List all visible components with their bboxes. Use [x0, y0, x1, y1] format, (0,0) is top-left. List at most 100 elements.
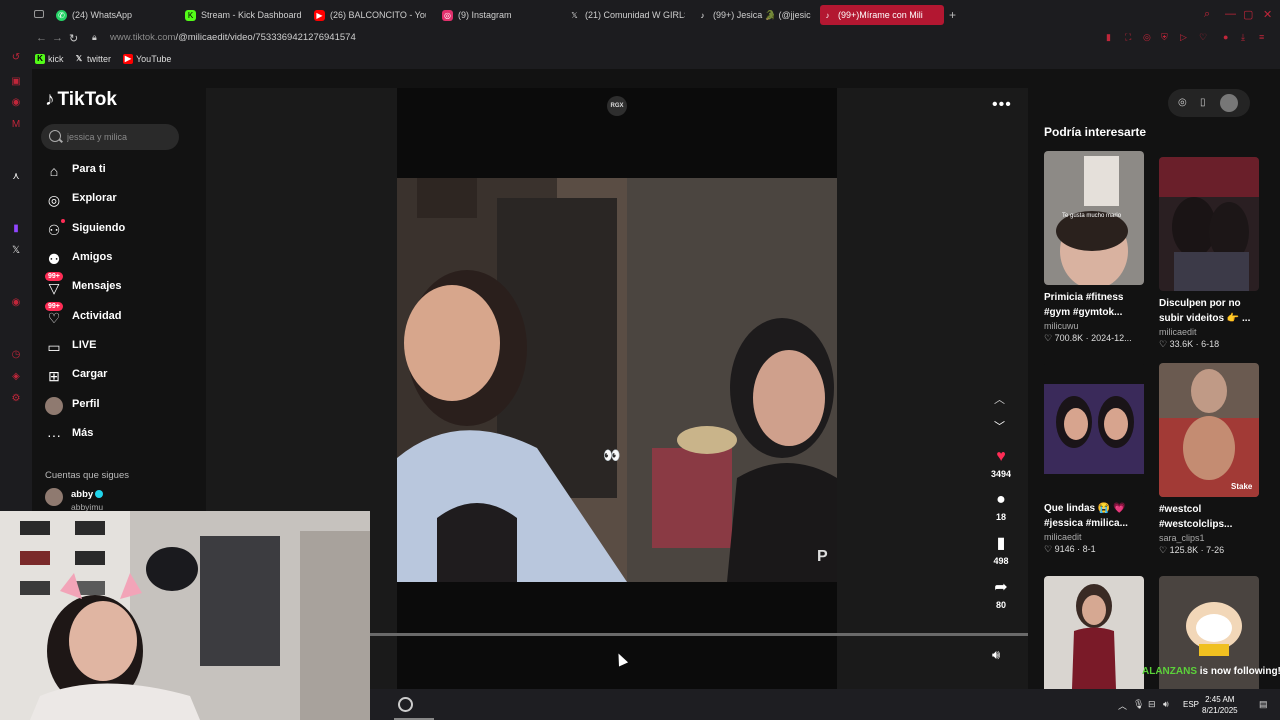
close-icon[interactable]: ✕: [1263, 8, 1272, 21]
tab-list-icon[interactable]: [34, 10, 44, 18]
play-icon[interactable]: ▷: [1180, 32, 1190, 42]
menu-icon[interactable]: ≡: [1259, 32, 1269, 42]
svg-text:👀: 👀: [603, 447, 620, 463]
nav-explorar[interactable]: ◎ Explorar: [45, 188, 195, 212]
previous-video-icon[interactable]: ︿: [994, 391, 1005, 407]
download-icon[interactable]: ⤓: [1241, 32, 1251, 42]
avatar[interactable]: [1220, 94, 1238, 112]
forward-icon[interactable]: →: [52, 32, 63, 44]
network-icon[interactable]: ⊟: [1148, 699, 1156, 710]
bookmark-kick[interactable]: K kick: [35, 54, 64, 64]
nav-amigos[interactable]: ⚉ Amigos: [45, 247, 195, 271]
vpn-icon[interactable]: ◎: [1143, 32, 1153, 42]
notifications-icon[interactable]: ▤: [1259, 699, 1268, 710]
bookmark-icon[interactable]: ▮: [1106, 32, 1116, 42]
share-button[interactable]: ➦ 80: [984, 578, 1018, 610]
user-name-text: abby: [71, 489, 94, 500]
tab-jesica-tiktok[interactable]: ♪ (99+) Jesica 🐊 (@jjesic: [695, 6, 813, 24]
back-icon[interactable]: ←: [36, 32, 47, 44]
tab-active-tiktok[interactable]: ♪ (99+)Mírame con Mili: [820, 5, 944, 25]
video-thumbnail: [1044, 362, 1144, 496]
card-stats: ♡ 9146 · 8-1: [1044, 544, 1096, 554]
channel-badge[interactable]: RGX: [607, 96, 627, 116]
volume-icon[interactable]: 🔊︎: [992, 647, 1000, 663]
nav-cargar[interactable]: ⊞ Cargar: [45, 364, 195, 388]
nav-mensajes[interactable]: ▽ 99+ Mensajes: [45, 272, 195, 300]
thumbnail-image: [1044, 362, 1144, 496]
shield-icon[interactable]: ⛨: [1161, 32, 1171, 42]
device-icon[interactable]: ▯: [1200, 97, 1206, 108]
nav-perfil[interactable]: Perfil: [45, 394, 195, 418]
tab-whatsapp[interactable]: ✆ (24) WhatsApp: [54, 6, 174, 24]
follow-alert: ALANZANS is now following!: [1142, 666, 1280, 677]
like-button[interactable]: ♥ 3494: [984, 447, 1018, 479]
minimize-icon[interactable]: —: [1225, 8, 1236, 20]
bookmark-youtube[interactable]: ▶ YouTube: [123, 54, 171, 64]
tab-youtube[interactable]: ▶ (26) BALCONCITO - YouT: [312, 6, 426, 24]
tab-comunidad[interactable]: 𝕏 (21) Comunidad W GIRLS: [567, 6, 685, 24]
settings-icon[interactable]: ⚙: [10, 393, 22, 405]
history-icon[interactable]: ↺: [10, 52, 22, 64]
cube-icon[interactable]: ◈: [10, 371, 22, 383]
webcam-image: [0, 511, 370, 720]
nav-live[interactable]: ▭ LIVE: [45, 335, 195, 359]
url-field[interactable]: www.tiktok.com/@milicaedit/video/7533369…: [110, 32, 356, 43]
recommended-video-card[interactable]: Stake #westcol #westcolclips... sara_cli…: [1159, 363, 1259, 556]
recommended-video-card[interactable]: Te gusta mucho mario Primicia #fitness #…: [1044, 151, 1144, 344]
messenger-icon[interactable]: ◉: [10, 97, 22, 109]
mail-icon[interactable]: M: [10, 119, 22, 131]
search-box[interactable]: [41, 124, 179, 150]
tab-kick-dashboard[interactable]: K Stream - Kick Dashboard: [183, 6, 303, 24]
home-icon: ⌂: [49, 163, 59, 179]
search-tabs-icon[interactable]: ⌕: [1204, 8, 1210, 21]
card-user: sara_clips1: [1159, 533, 1205, 543]
tray-expand-icon[interactable]: ︿: [1118, 699, 1127, 712]
tab-instagram[interactable]: ◎ (9) Instagram: [440, 6, 560, 24]
recommended-video-card[interactable]: Que lindas 😭 💗 #jessica #milica... milic…: [1044, 362, 1144, 555]
video-player[interactable]: P 👀: [397, 178, 837, 582]
maximize-icon[interactable]: ▢: [1243, 8, 1253, 21]
friends-icon: ⚉: [47, 251, 61, 267]
comment-button[interactable]: ● 18: [984, 490, 1018, 522]
heart-icon: ♥: [996, 448, 1006, 465]
bookmark-twitter[interactable]: 𝕏 twitter: [74, 54, 111, 64]
nav-mas[interactable]: ··· Más: [45, 423, 195, 447]
recommended-video-card[interactable]: Disculpen por no subir videitos 👉 ... mi…: [1159, 157, 1259, 350]
bag-icon[interactable]: ▣: [10, 76, 22, 88]
card-user: milicaedit: [1159, 327, 1197, 337]
search-input[interactable]: [67, 129, 175, 145]
recommended-video-card[interactable]: [1044, 576, 1144, 689]
clock-icon[interactable]: ◷: [10, 349, 22, 361]
heart-icon[interactable]: ♡: [1199, 32, 1209, 42]
nav-actividad[interactable]: ♡ 99+ Actividad: [45, 302, 195, 330]
more-options-icon[interactable]: •••: [992, 96, 1012, 114]
obs-icon[interactable]: [398, 697, 413, 712]
reload-icon[interactable]: ↻: [69, 32, 78, 45]
profile-icon[interactable]: ●: [1223, 32, 1233, 42]
twitch-icon[interactable]: ▮: [10, 223, 22, 235]
card-title: Disculpen por no subir videitos 👉 ...: [1159, 298, 1251, 324]
microphone-icon[interactable]: 🎙︎: [1133, 699, 1144, 710]
player-icon[interactable]: ◉: [10, 297, 22, 309]
system-clock[interactable]: 2:45 AM 8/21/2025: [1202, 694, 1238, 716]
screenshot-icon[interactable]: ⛶: [1125, 32, 1135, 42]
recommendations-title: Podría interesarte: [1044, 125, 1147, 139]
nav-label: Perfil: [72, 398, 100, 410]
new-tab-button[interactable]: +: [949, 8, 956, 22]
compass-icon[interactable]: ◎: [1178, 97, 1187, 108]
youtube-icon: ▶: [123, 54, 133, 64]
nav-siguiendo[interactable]: ⚇ Siguiendo: [45, 218, 195, 242]
tiktok-logo[interactable]: ♪ TikTok: [45, 89, 117, 111]
language-indicator[interactable]: ESP: [1183, 700, 1199, 709]
messages-badge: 99+: [45, 272, 63, 281]
thumbnail-caption: Te gusta mucho mario: [1062, 213, 1122, 219]
speaker-icon[interactable]: 🔊︎: [1163, 699, 1169, 710]
tiktok-sidebar-icon[interactable]: ⋏: [10, 171, 22, 183]
save-button[interactable]: ▮ 498: [984, 534, 1018, 566]
notification-dot: [61, 219, 65, 223]
next-video-icon[interactable]: ﹀: [994, 418, 1005, 434]
x-sidebar-icon[interactable]: 𝕏: [10, 245, 22, 257]
nav-para-ti[interactable]: ⌂ Para ti: [45, 159, 195, 183]
webcam-overlay: [0, 511, 370, 720]
video-progress-bar[interactable]: [370, 633, 1028, 636]
